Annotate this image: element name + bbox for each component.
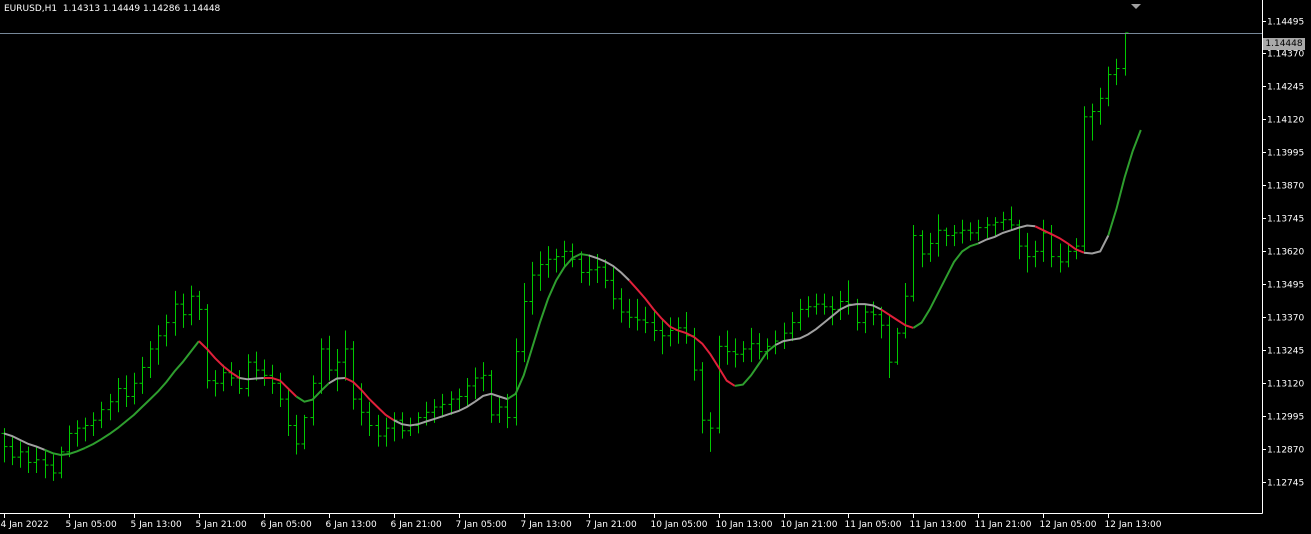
x-tick-label: 10 Jan 05:00: [651, 520, 708, 530]
y-tick-label: 1.13870: [1267, 182, 1304, 192]
y-tick-label: 1.13620: [1267, 248, 1304, 258]
x-tick-label: 5 Jan 21:00: [196, 520, 248, 530]
price-chart[interactable]: 1.14495 1.14370 1.14245 1.14120 1.13995 1.138…: [0, 0, 1311, 534]
x-tick-label: 11 Jan 05:00: [845, 520, 902, 530]
y-tick-label: 1.12870: [1267, 446, 1304, 456]
y-tick-label: 1.14495: [1267, 18, 1304, 28]
x-tick-label: 5 Jan 13:00: [131, 520, 183, 530]
x-tick-label: 7 Jan 13:00: [521, 520, 573, 530]
y-tick-label: 1.13995: [1267, 149, 1304, 159]
x-tick-label: 10 Jan 13:00: [716, 520, 773, 530]
current-price-tag: 1.14448: [1263, 38, 1305, 50]
y-tick-label: 1.14245: [1267, 83, 1304, 93]
y-tick-label: 1.12995: [1267, 413, 1304, 423]
x-tick-label: 7 Jan 05:00: [456, 520, 508, 530]
x-tick-label: 6 Jan 13:00: [326, 520, 378, 530]
x-tick-label: 6 Jan 21:00: [391, 520, 443, 530]
y-tick-label: 1.14120: [1267, 116, 1304, 126]
chart-window[interactable]: 1.14495 1.14370 1.14245 1.14120 1.13995 1.138…: [0, 0, 1311, 534]
x-tick-label: 12 Jan 05:00: [1040, 520, 1097, 530]
y-tick-label: 1.12745: [1267, 479, 1304, 489]
x-tick-label: 4 Jan 2022: [1, 520, 49, 530]
symbol-info-label: EURUSD,H1 1.14313 1.14449 1.14286 1.1444…: [4, 4, 221, 14]
ma-segment-flat: [239, 377, 264, 381]
y-tick-label: 1.13120: [1267, 380, 1304, 390]
price-axis[interactable]: 1.14495 1.14370 1.14245 1.14120 1.13995 1.138…: [1262, 18, 1304, 489]
x-tick-label: 5 Jan 05:00: [66, 520, 118, 530]
y-tick-label: 1.13370: [1267, 314, 1304, 324]
y-tick-label: 1.13495: [1267, 281, 1304, 291]
y-tick-label: 1.13745: [1267, 215, 1304, 225]
x-tick-label: 7 Jan 21:00: [586, 520, 638, 530]
x-tick-label: 12 Jan 13:00: [1105, 520, 1162, 530]
x-tick-label: 11 Jan 13:00: [910, 520, 967, 530]
x-tick-label: 6 Jan 05:00: [261, 520, 313, 530]
y-tick-label: 1.13245: [1267, 347, 1304, 357]
chart-background: [0, 0, 1311, 534]
x-tick-label: 11 Jan 21:00: [975, 520, 1032, 530]
x-tick-label: 10 Jan 21:00: [781, 520, 838, 530]
y-tick-label: 1.14370: [1267, 50, 1304, 60]
